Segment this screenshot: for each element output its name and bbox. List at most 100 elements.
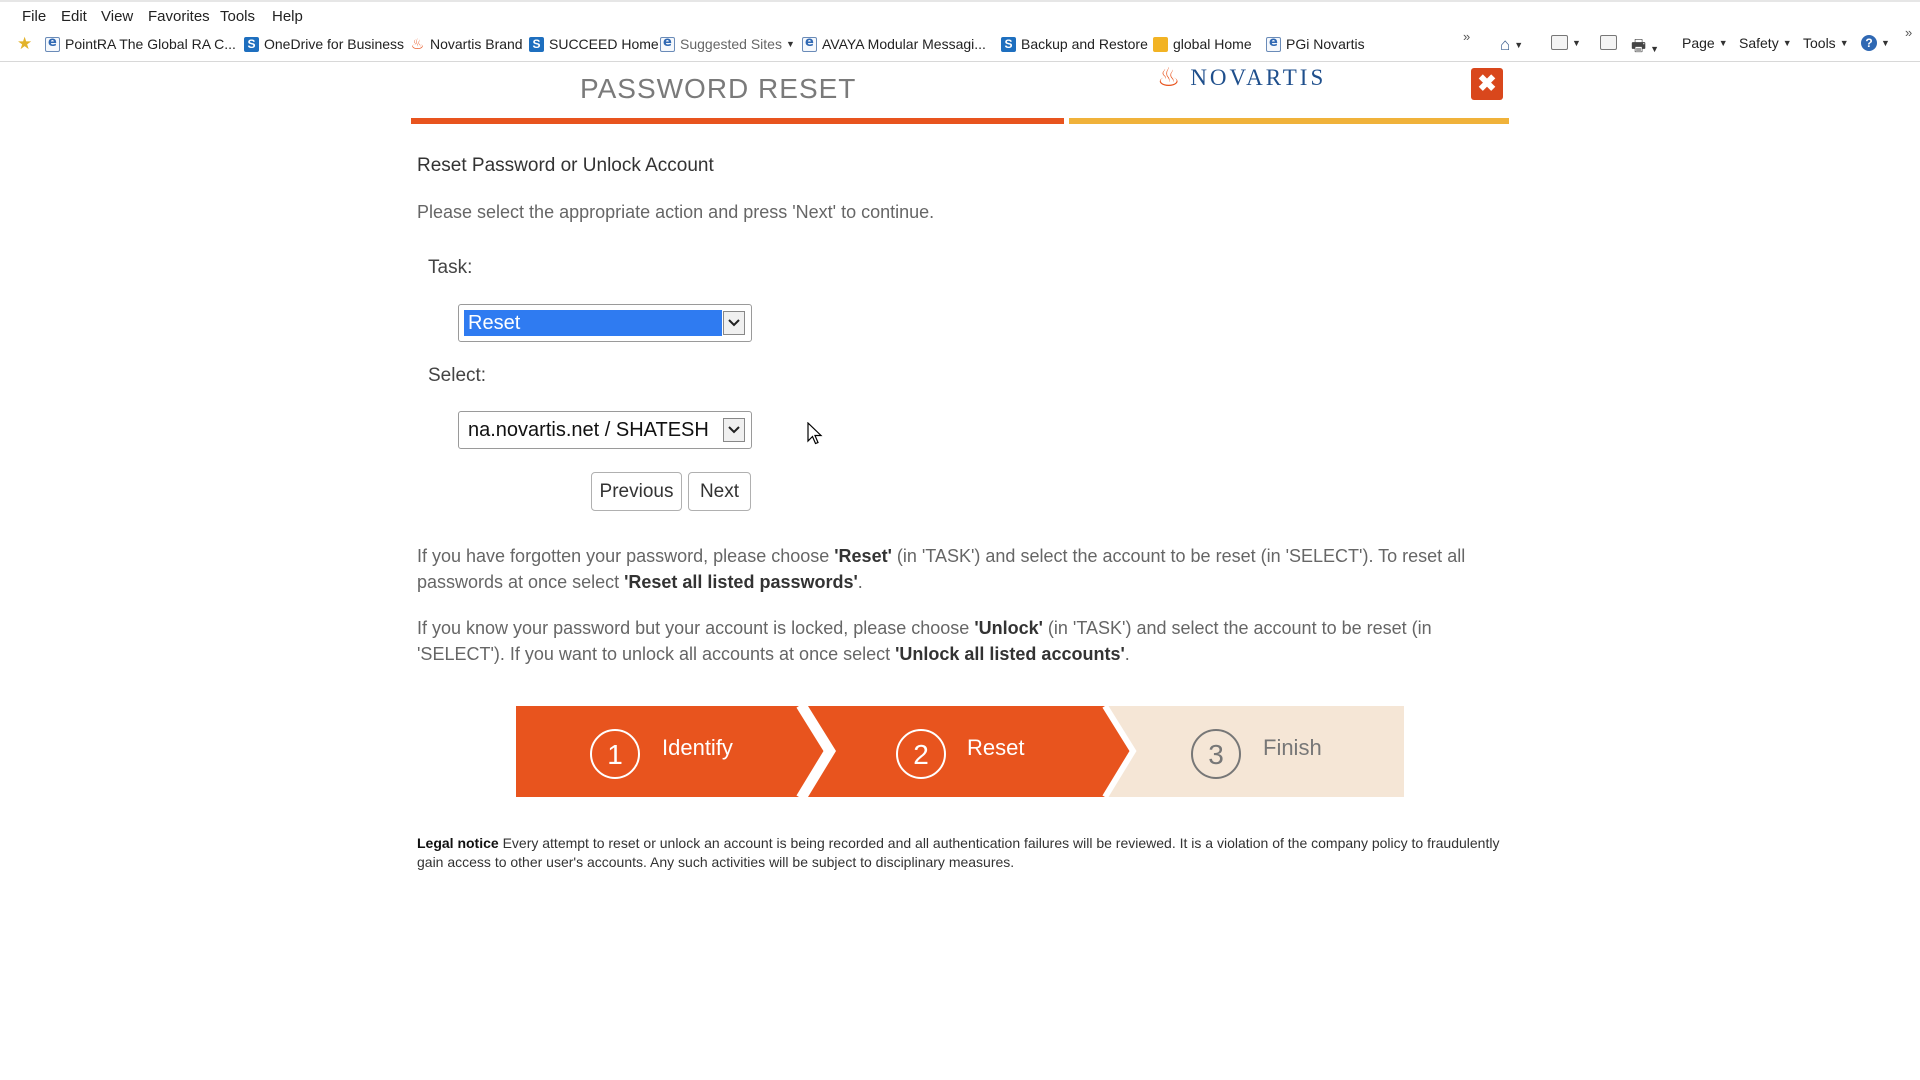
menu-favorites[interactable]: Favorites: [148, 8, 210, 25]
step-3-label: Finish: [1263, 735, 1322, 760]
favorite-avaya[interactable]: AVAYA Modular Messagi...: [802, 35, 986, 52]
favorite-label: PointRA The Global RA C...: [65, 36, 236, 52]
print-button[interactable]: 🖶 ▼: [1631, 35, 1659, 62]
favorite-label: PGi Novartis: [1286, 36, 1365, 52]
help-reset-paragraph: If you have forgotten your password, ple…: [417, 543, 1507, 595]
ie-page-icon: [1266, 35, 1281, 52]
help-keyword: 'Reset all listed passwords': [624, 572, 858, 592]
chevron-down-icon: ▼: [1650, 43, 1660, 54]
help-text: If you know your password but your accou…: [417, 618, 975, 638]
novartis-flame-icon: ♨: [1157, 62, 1181, 92]
page-menu-label: Page: [1682, 35, 1715, 51]
favorite-label: Backup and Restore: [1021, 36, 1148, 52]
progress-steps: 1 Identify 2 Reset 3 Finish: [516, 706, 1404, 797]
toolbar-overflow-icon[interactable]: »: [1905, 25, 1912, 40]
favorite-global-home[interactable]: global Home: [1153, 36, 1252, 52]
favorites-overflow-icon[interactable]: »: [1463, 29, 1470, 44]
chevron-down-icon: ▼: [1881, 38, 1890, 48]
help-icon: ?: [1861, 35, 1877, 51]
global-home-icon: [1153, 36, 1168, 52]
step-1-number: 1: [590, 729, 640, 779]
help-text: If you have forgotten your password, ple…: [417, 546, 835, 566]
favorite-onedrive[interactable]: S OneDrive for Business: [244, 36, 404, 52]
chevron-down-icon: ▼: [785, 39, 795, 49]
legal-text: Every attempt to reset or unlock an acco…: [417, 835, 1500, 870]
task-select-value: Reset: [464, 310, 722, 336]
favorite-backup-restore[interactable]: S Backup and Restore: [1001, 36, 1148, 52]
previous-button[interactable]: Previous: [591, 472, 682, 511]
help-button[interactable]: ? ▼: [1861, 35, 1890, 51]
favorite-label: Novartis Brand: [430, 36, 523, 52]
page-title: PASSWORD RESET: [580, 73, 857, 104]
favorite-label: global Home: [1173, 36, 1252, 52]
help-keyword: 'Unlock all listed accounts': [895, 644, 1125, 664]
printer-icon: 🖶: [1631, 38, 1647, 55]
favorite-pointra[interactable]: PointRA The Global RA C...: [45, 35, 236, 52]
chevron-down-icon: ▼: [1718, 38, 1728, 48]
read-mail-button[interactable]: [1600, 35, 1617, 50]
step-2-number: 2: [896, 729, 946, 779]
favorite-succeed-home[interactable]: S SUCCEED Home: [529, 36, 659, 52]
chevron-down-icon: ▼: [1782, 38, 1792, 48]
favorite-pgi-novartis[interactable]: PGi Novartis: [1266, 35, 1365, 52]
logo-text: NOVARTIS: [1190, 64, 1327, 90]
sharepoint-icon: S: [529, 36, 544, 52]
chevron-down-icon[interactable]: [723, 418, 745, 442]
form-heading: Reset Password or Unlock Account: [417, 155, 714, 176]
menu-edit[interactable]: Edit: [61, 8, 87, 25]
sharepoint-icon: S: [244, 36, 259, 52]
safety-menu-label: Safety: [1739, 35, 1779, 51]
mouse-cursor-icon: [807, 422, 823, 445]
menu-help[interactable]: Help: [272, 8, 303, 25]
chevron-down-icon: ▼: [1839, 38, 1849, 48]
chevron-down-icon: ▼: [1572, 37, 1581, 48]
step-3-number: 3: [1191, 729, 1241, 779]
browser-menu-bar: File Edit View Favorites Tools Help: [0, 0, 1920, 29]
ie-page-icon: [660, 35, 675, 52]
chevron-down-icon[interactable]: [723, 311, 745, 335]
chevron-down-icon: ▼: [1514, 40, 1524, 50]
novartis-logo: ♨ NOVARTIS: [1157, 62, 1326, 93]
page-menu[interactable]: Page ▼: [1682, 35, 1728, 51]
next-button[interactable]: Next: [688, 472, 751, 511]
close-button[interactable]: ✖: [1471, 68, 1503, 100]
header-accent-bar: [411, 118, 1064, 124]
favorites-star-icon[interactable]: ★: [17, 35, 37, 52]
step-2-label: Reset: [967, 735, 1025, 760]
safety-menu[interactable]: Safety ▼: [1739, 35, 1792, 51]
rss-feed-icon: [1551, 35, 1568, 50]
step-1-label: Identify: [662, 735, 733, 760]
menu-view[interactable]: View: [101, 8, 133, 25]
favorite-label: OneDrive for Business: [264, 36, 405, 52]
feeds-button[interactable]: ▼: [1551, 35, 1581, 50]
task-select[interactable]: Reset: [458, 304, 752, 342]
legal-notice: Legal notice Every attempt to reset or u…: [417, 834, 1507, 872]
favorites-bar: ★ PointRA The Global RA C... S OneDrive f…: [0, 25, 1920, 62]
novartis-flame-icon: ♨: [410, 35, 425, 53]
legal-title: Legal notice: [417, 835, 499, 851]
tools-menu[interactable]: Tools ▼: [1803, 35, 1849, 51]
favorite-label: AVAYA Modular Messagi...: [822, 36, 986, 52]
ie-page-icon: [45, 35, 60, 52]
help-unlock-paragraph: If you know your password but your accou…: [417, 615, 1507, 667]
mail-icon: [1600, 35, 1617, 50]
favorite-suggested-sites[interactable]: Suggested Sites▼: [660, 35, 795, 52]
home-button[interactable]: ⌂ ▼: [1500, 35, 1523, 55]
header-secondary-bar: [1069, 118, 1509, 124]
favorite-novartis-brand[interactable]: ♨ Novartis Brand: [410, 36, 523, 52]
form-intro: Please select the appropriate action and…: [417, 202, 935, 222]
menu-tools[interactable]: Tools: [220, 8, 255, 25]
menu-file[interactable]: File: [22, 8, 46, 25]
help-keyword: 'Unlock': [974, 618, 1043, 638]
help-keyword: 'Reset': [834, 546, 892, 566]
account-select[interactable]: na.novartis.net / SHATESH: [458, 411, 752, 449]
task-label: Task:: [428, 257, 473, 278]
step-3-shape: [1107, 706, 1404, 797]
favorite-label: SUCCEED Home: [549, 36, 659, 52]
favorite-label: Suggested Sites: [680, 36, 782, 52]
sharepoint-icon: S: [1001, 36, 1016, 52]
tools-menu-label: Tools: [1803, 35, 1836, 51]
account-select-value: na.novartis.net / SHATESH: [468, 419, 709, 441]
home-icon: ⌂: [1500, 35, 1511, 54]
ie-page-icon: [802, 35, 817, 52]
